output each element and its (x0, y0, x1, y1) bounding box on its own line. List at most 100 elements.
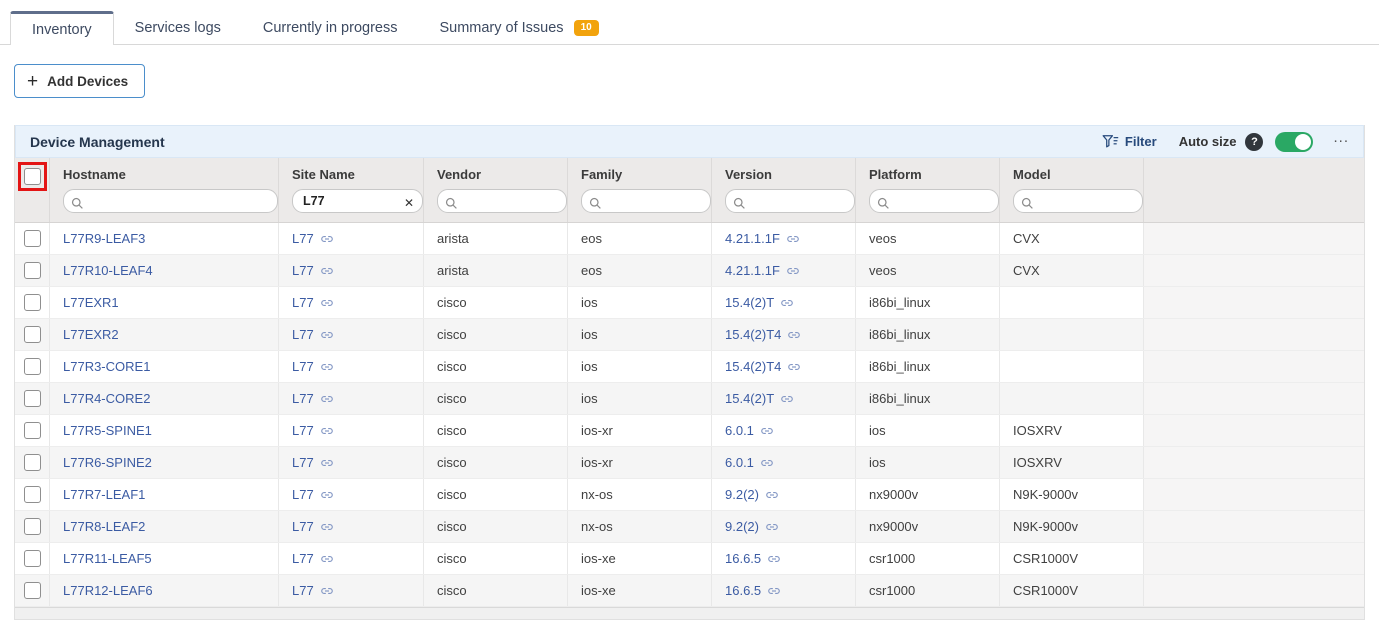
link-icon (320, 488, 334, 502)
site-link[interactable]: L77 (292, 423, 334, 438)
select-all-checkbox[interactable] (24, 168, 41, 185)
table-row: L77R8-LEAF2L77cisconx-os9.2(2)nx9000vN9K… (15, 511, 1364, 543)
hostname-link[interactable]: L77R9-LEAF3 (63, 231, 145, 246)
site-link[interactable]: L77 (292, 391, 334, 406)
row-filler (1144, 479, 1364, 510)
cell-family: ios (581, 295, 598, 310)
site-link[interactable]: L77 (292, 327, 334, 342)
link-icon (320, 392, 334, 406)
column-header-platform: Platform (856, 158, 1000, 222)
row-checkbox[interactable] (24, 582, 41, 599)
row-checkbox[interactable] (24, 454, 41, 471)
link-icon (320, 232, 334, 246)
row-checkbox-cell (15, 479, 50, 510)
version-link[interactable]: 16.6.5 (725, 551, 781, 566)
site-link[interactable]: L77 (292, 231, 334, 246)
row-filler (1144, 287, 1364, 318)
tab-summary-of-issues[interactable]: Summary of Issues 10 (418, 11, 619, 44)
version-link[interactable]: 15.4(2)T4 (725, 327, 801, 342)
row-checkbox[interactable] (24, 358, 41, 375)
column-header-version: Version (712, 158, 856, 222)
help-icon[interactable]: ? (1245, 133, 1263, 151)
filter-input-hostname[interactable] (63, 189, 278, 213)
cell-model: N9K-9000v (1013, 487, 1078, 502)
cell-family: nx-os (581, 487, 613, 502)
cell-vendor: cisco (437, 551, 467, 566)
more-options-button[interactable]: ... (1333, 135, 1349, 148)
table-row: L77R11-LEAF5L77ciscoios-xe16.6.5csr1000C… (15, 543, 1364, 575)
row-checkbox[interactable] (24, 230, 41, 247)
add-devices-button[interactable]: + Add Devices (14, 64, 145, 98)
cell-model: CSR1000V (1013, 583, 1078, 598)
version-link[interactable]: 9.2(2) (725, 519, 779, 534)
auto-size-toggle[interactable] (1275, 132, 1313, 152)
cell-vendor: cisco (437, 295, 467, 310)
row-checkbox[interactable] (24, 550, 41, 567)
issues-count-badge: 10 (574, 20, 599, 36)
row-checkbox[interactable] (24, 486, 41, 503)
version-link[interactable]: 16.6.5 (725, 583, 781, 598)
toggle-knob (1295, 134, 1311, 150)
hostname-link[interactable]: L77R4-CORE2 (63, 391, 150, 406)
panel-title: Device Management (30, 134, 165, 150)
site-link[interactable]: L77 (292, 583, 334, 598)
version-link[interactable]: 4.21.1.1F (725, 263, 800, 278)
cell-family: ios (581, 359, 598, 374)
filter-button[interactable]: Filter (1102, 134, 1157, 149)
clear-filter-icon[interactable]: ✕ (404, 196, 414, 210)
search-icon (445, 197, 458, 210)
table-row: L77R3-CORE1L77ciscoios15.4(2)T4i86bi_lin… (15, 351, 1364, 383)
cell-vendor: cisco (437, 391, 467, 406)
version-link[interactable]: 15.4(2)T4 (725, 359, 801, 374)
cell-model: CVX (1013, 231, 1040, 246)
cell-family: eos (581, 231, 602, 246)
version-link[interactable]: 15.4(2)T (725, 391, 794, 406)
site-link[interactable]: L77 (292, 359, 334, 374)
hostname-link[interactable]: L77R8-LEAF2 (63, 519, 145, 534)
hostname-link[interactable]: L77R7-LEAF1 (63, 487, 145, 502)
row-checkbox[interactable] (24, 390, 41, 407)
table-row: L77EXR2L77ciscoios15.4(2)T4i86bi_linux (15, 319, 1364, 351)
select-all-annotation-highlight (18, 162, 47, 191)
site-link[interactable]: L77 (292, 295, 334, 310)
hostname-link[interactable]: L77R3-CORE1 (63, 359, 150, 374)
row-checkbox[interactable] (24, 294, 41, 311)
horizontal-scrollbar[interactable] (15, 607, 1364, 619)
link-icon (780, 392, 794, 406)
hostname-link[interactable]: L77R5-SPINE1 (63, 423, 152, 438)
hostname-link[interactable]: L77EXR2 (63, 327, 119, 342)
row-checkbox[interactable] (24, 326, 41, 343)
row-checkbox[interactable] (24, 262, 41, 279)
table-header: HostnameSite Name✕VendorFamilyVersionPla… (15, 158, 1364, 223)
link-icon (320, 520, 334, 534)
version-link[interactable]: 6.0.1 (725, 423, 774, 438)
site-link[interactable]: L77 (292, 455, 334, 470)
row-checkbox-cell (15, 447, 50, 478)
tab-currently-in-progress[interactable]: Currently in progress (242, 11, 419, 44)
row-filler (1144, 351, 1364, 382)
hostname-link[interactable]: L77R6-SPINE2 (63, 455, 152, 470)
version-link[interactable]: 6.0.1 (725, 455, 774, 470)
row-filler (1144, 511, 1364, 542)
hostname-link[interactable]: L77R10-LEAF4 (63, 263, 153, 278)
row-checkbox[interactable] (24, 422, 41, 439)
hostname-link[interactable]: L77EXR1 (63, 295, 119, 310)
column-label: Site Name (292, 167, 423, 182)
row-checkbox[interactable] (24, 518, 41, 535)
version-link[interactable]: 4.21.1.1F (725, 231, 800, 246)
site-link[interactable]: L77 (292, 487, 334, 502)
tab-inventory[interactable]: Inventory (10, 11, 114, 45)
version-link[interactable]: 9.2(2) (725, 487, 779, 502)
cell-family: ios-xr (581, 455, 613, 470)
site-link[interactable]: L77 (292, 551, 334, 566)
site-link[interactable]: L77 (292, 263, 334, 278)
hostname-link[interactable]: L77R11-LEAF5 (63, 551, 152, 566)
table-row: L77EXR1L77ciscoios15.4(2)Ti86bi_linux (15, 287, 1364, 319)
version-link[interactable]: 15.4(2)T (725, 295, 794, 310)
tab-services-logs[interactable]: Services logs (114, 11, 242, 44)
filter-label: Filter (1125, 134, 1157, 149)
cell-family: eos (581, 263, 602, 278)
hostname-link[interactable]: L77R12-LEAF6 (63, 583, 153, 598)
site-link[interactable]: L77 (292, 519, 334, 534)
cell-vendor: cisco (437, 487, 467, 502)
